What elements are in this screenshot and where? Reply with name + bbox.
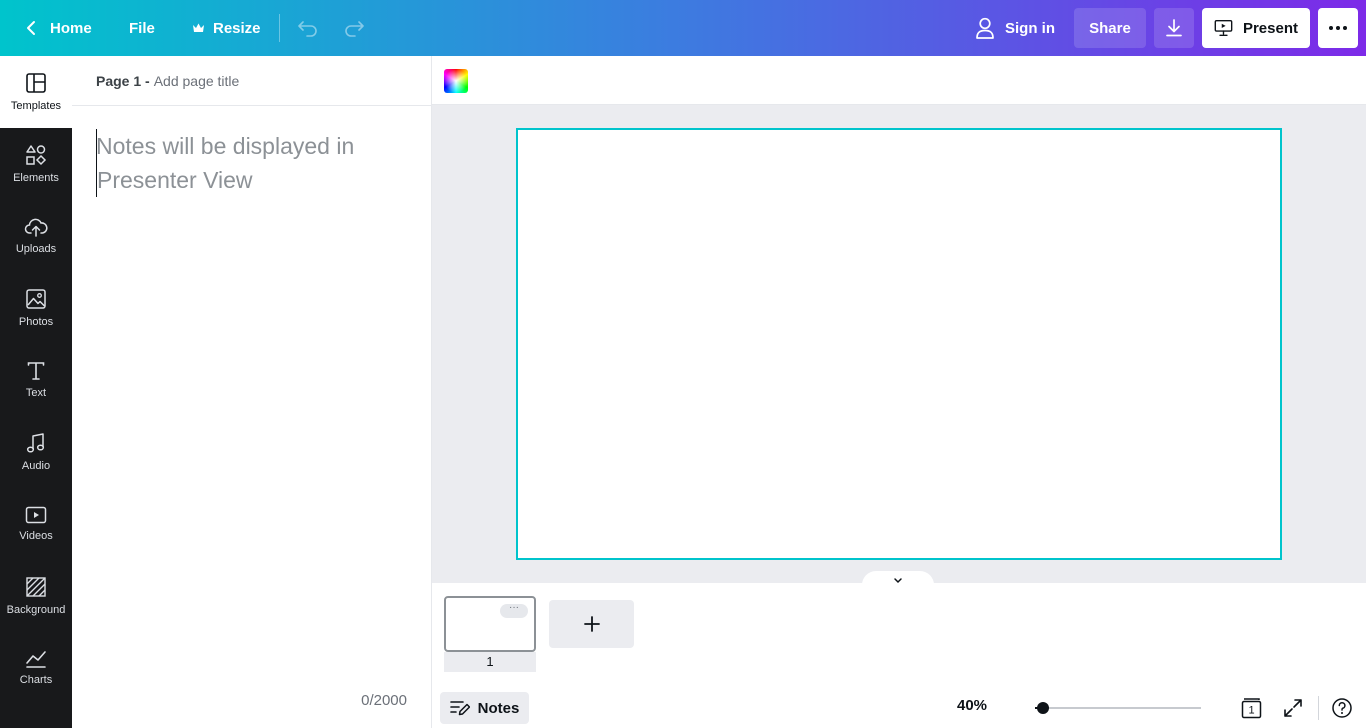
redo-icon (345, 21, 364, 37)
chevron-left-icon (27, 21, 35, 35)
sidebar-item-elements[interactable]: Elements (0, 128, 72, 200)
more-horizontal-icon (1329, 26, 1347, 30)
undo-button[interactable] (292, 8, 324, 48)
expand-icon (1284, 699, 1302, 717)
page-count-button[interactable]: 1 (1240, 696, 1264, 720)
page-thumbnail[interactable]: ··· (444, 596, 536, 652)
text-icon (27, 362, 45, 380)
toolbar-divider (279, 14, 280, 42)
character-count: 0/2000 (361, 692, 407, 709)
uploads-icon (24, 218, 48, 237)
file-menu-button[interactable]: File (117, 8, 167, 48)
notes-toggle-button[interactable]: Notes (440, 692, 529, 724)
notes-panel: Page 1 - Add page title Notes will be di… (72, 56, 432, 728)
help-button[interactable] (1330, 696, 1354, 720)
sidebar-item-label: Charts (19, 674, 53, 686)
color-picker-button[interactable] (444, 69, 468, 93)
photos-icon (26, 289, 46, 309)
home-button[interactable]: Home (12, 8, 104, 48)
sidebar-item-charts[interactable]: Charts (0, 632, 72, 704)
sidebar-item-photos[interactable]: Photos (0, 272, 72, 344)
resize-button[interactable]: Resize (180, 8, 273, 48)
page-count-text: 1 (1248, 705, 1254, 717)
resize-label: Resize (213, 19, 261, 37)
fullscreen-button[interactable] (1281, 696, 1305, 720)
editor-toolbar (432, 56, 1366, 105)
sign-in-button[interactable]: Sign in (963, 8, 1067, 48)
user-icon (976, 17, 994, 39)
page-title-row: Page 1 - Add page title (72, 56, 432, 106)
footer-divider (1318, 696, 1319, 720)
undo-icon (298, 21, 317, 37)
presentation-icon (1214, 19, 1233, 37)
plus-icon (583, 616, 600, 632)
crown-icon (193, 23, 204, 32)
videos-icon (25, 506, 47, 524)
page-thumbnail-number: 1 (444, 652, 536, 672)
notes-placeholder: Notes will be displayed in Presenter Vie… (96, 133, 355, 193)
notes-textarea[interactable]: Notes will be displayed in Presenter Vie… (96, 129, 396, 197)
page-number-label: Page 1 - (96, 72, 150, 89)
download-icon (1166, 19, 1182, 37)
share-button[interactable]: Share (1074, 8, 1146, 48)
file-label: File (129, 19, 155, 37)
sidebar-item-uploads[interactable]: Uploads (0, 200, 72, 272)
sidebar-item-videos[interactable]: Videos (0, 488, 72, 560)
background-icon (26, 577, 46, 597)
zoom-level[interactable]: 40% (942, 697, 1002, 714)
sidebar-item-label: Audio (21, 460, 51, 472)
present-label: Present (1242, 19, 1298, 37)
sidebar-item-text[interactable]: Text (0, 344, 72, 416)
charts-icon (26, 651, 46, 668)
redo-button[interactable] (338, 8, 370, 48)
sign-in-label: Sign in (1005, 19, 1055, 37)
sidebar-item-templates[interactable]: Templates (0, 56, 72, 128)
share-label: Share (1089, 19, 1131, 37)
sidebar-item-label: Text (25, 387, 47, 399)
sidebar-item-label: Photos (18, 316, 54, 328)
home-label: Home (50, 19, 92, 37)
canvas-area (432, 105, 1366, 583)
sidebar-item-audio[interactable]: Audio (0, 416, 72, 488)
help-icon (1332, 698, 1352, 718)
page-strip: ··· 1 (432, 571, 1366, 728)
templates-icon (26, 73, 46, 93)
collapse-pages-button[interactable] (862, 571, 934, 585)
sidebar-item-label: Videos (19, 530, 53, 542)
sidebar-item-label: Uploads (15, 243, 57, 255)
sidebar-item-label: Elements (13, 172, 59, 184)
add-page-button[interactable] (549, 600, 634, 648)
sidebar-item-label: Background (6, 604, 66, 616)
present-button[interactable]: Present (1202, 8, 1310, 48)
notes-label: Notes (477, 699, 520, 717)
side-navigation: Templates Elements Uploads Photos Text A… (0, 56, 72, 728)
pages-icon: 1 (1241, 698, 1262, 719)
zoom-slider[interactable] (1035, 702, 1201, 714)
audio-icon (26, 433, 45, 453)
sidebar-item-background[interactable]: Background (0, 560, 72, 632)
sidebar-item-label: Templates (10, 100, 62, 112)
notes-icon (449, 701, 470, 716)
page-options-button[interactable]: ··· (500, 603, 528, 618)
more-options-button[interactable] (1318, 8, 1358, 48)
page-title-input[interactable]: Add page title (154, 73, 240, 89)
chevron-down-icon (894, 578, 902, 584)
design-page[interactable] (516, 128, 1282, 560)
download-button[interactable] (1154, 8, 1194, 48)
top-toolbar: Home File Resize Sign in Share Present (0, 0, 1366, 56)
elements-icon (26, 145, 47, 166)
zoom-slider-thumb[interactable] (1037, 702, 1049, 714)
